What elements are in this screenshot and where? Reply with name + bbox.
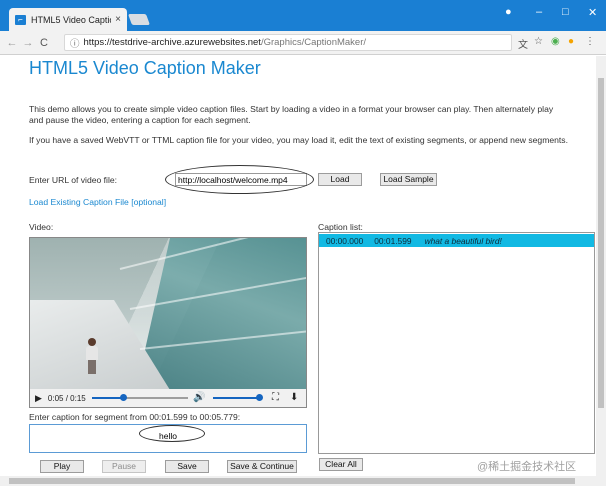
forward-icon[interactable]: → [20, 37, 36, 49]
video-frame [30, 238, 306, 390]
volume-level [213, 397, 259, 399]
new-tab-button[interactable] [127, 14, 151, 25]
page-title: HTML5 Video Caption Maker [29, 58, 261, 78]
intro-text-2: If you have a saved WebVTT or TTML capti… [29, 135, 568, 145]
reload-icon[interactable]: C [36, 37, 52, 49]
caption-start: 00:00.000 [326, 235, 364, 246]
vertical-scrollbar[interactable] [596, 56, 606, 486]
intro-text: This demo allows you to create simple vi… [29, 104, 554, 125]
caption-textarea[interactable]: hello [29, 424, 307, 453]
translate-icon[interactable]: 文 [518, 36, 528, 51]
download-icon[interactable]: ⬇ [290, 392, 298, 403]
seek-progress [92, 397, 124, 399]
fullscreen-icon[interactable]: ⛶ [272, 392, 279, 403]
back-icon[interactable]: ← [4, 37, 20, 49]
volume-thumb[interactable] [255, 394, 263, 401]
extension-flame-icon[interactable]: ● [568, 36, 574, 47]
caption-list[interactable]: 00:00.000 00:01.599 what a beautiful bir… [318, 232, 595, 454]
video-label: Video: [29, 222, 54, 232]
video-url-input[interactable] [175, 173, 307, 186]
play-button[interactable]: Play [40, 460, 84, 473]
minimize-icon[interactable]: – [536, 6, 542, 18]
url-path: /Graphics/CaptionMaker/ [260, 37, 367, 48]
horizontal-scrollbar[interactable] [0, 476, 596, 486]
url-host: https://testdrive-archive.azurewebsites.… [83, 37, 261, 48]
video-glass-wall [136, 238, 306, 390]
load-button[interactable]: Load [318, 173, 362, 186]
watermark: @稀土掘金技术社区 [477, 461, 577, 473]
scrollbar-thumb[interactable] [598, 78, 604, 408]
caption-row[interactable]: 00:00.000 00:01.599 what a beautiful bir… [319, 234, 594, 247]
tab-close-icon[interactable]: × [115, 14, 121, 25]
url-bar[interactable]: ⓘ https://testdrive-archive.azurewebsite… [64, 34, 512, 51]
pause-button[interactable]: Pause [102, 460, 146, 473]
caption-end: 00:01.599 [374, 235, 412, 246]
save-button[interactable]: Save [165, 460, 209, 473]
caption-prompt: Enter caption for segment from 00:01.599… [29, 412, 241, 422]
caption-text: what a beautiful bird! [424, 235, 502, 246]
video-player[interactable]: ▶ 0:05 / 0:15 🔊 ⛶ ⬇ [29, 237, 307, 408]
tab-title: HTML5 Video Caption [31, 14, 112, 25]
menu-icon[interactable]: ⋮ [585, 36, 595, 47]
browser-tab[interactable]: ⌐ HTML5 Video Caption × [9, 8, 127, 31]
clear-all-button[interactable]: Clear All [319, 458, 363, 471]
seek-thumb[interactable] [120, 394, 128, 401]
save-continue-button[interactable]: Save & Continue [227, 460, 297, 473]
volume-icon[interactable]: 🔊 [193, 392, 205, 403]
caption-list-label: Caption list: [318, 222, 363, 232]
address-toolbar: ← → C ⓘ https://testdrive-archive.azurew… [0, 31, 606, 55]
video-time: 0:05 / 0:15 [47, 393, 86, 403]
bookmark-star-icon[interactable]: ☆ [534, 36, 543, 47]
maximize-icon[interactable]: □ [562, 6, 569, 18]
extension-icon[interactable]: ◉ [551, 36, 560, 47]
video-person [86, 338, 98, 376]
load-sample-button[interactable]: Load Sample [380, 173, 437, 186]
close-window-icon[interactable]: ✕ [588, 6, 597, 19]
url-label: Enter URL of video file: [29, 175, 118, 185]
page-favicon-icon: ⌐ [15, 14, 26, 25]
site-info-icon[interactable]: ⓘ [70, 36, 80, 50]
video-controls: ▶ 0:05 / 0:15 🔊 ⛶ ⬇ [30, 389, 306, 407]
play-icon[interactable]: ▶ [35, 393, 42, 404]
load-caption-file-link[interactable]: Load Existing Caption File [optional] [29, 197, 166, 207]
hscrollbar-thumb[interactable] [9, 478, 575, 484]
browser-titlebar: ⌐ HTML5 Video Caption × ● – □ ✕ [0, 0, 606, 31]
profile-icon[interactable]: ● [505, 6, 512, 18]
